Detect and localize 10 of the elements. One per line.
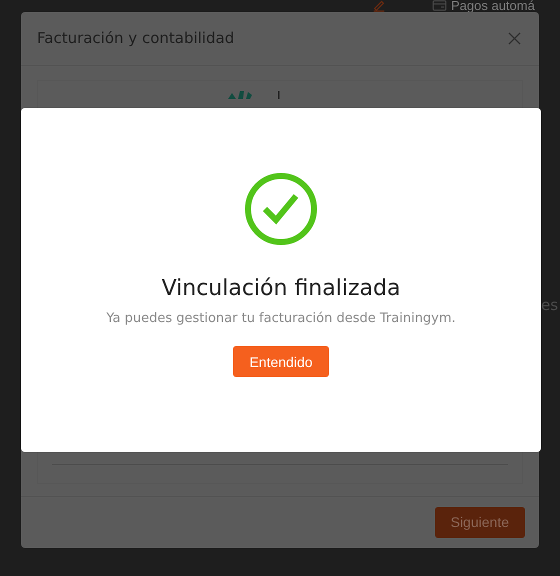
next-button[interactable]: Siguiente	[434, 506, 525, 538]
check-circle-icon	[244, 172, 318, 246]
close-icon[interactable]	[508, 32, 521, 45]
understood-button[interactable]: Entendido	[233, 346, 329, 377]
modal-title: Vinculación finalizada	[162, 276, 400, 301]
modal-message: Ya puedes gestionar tu facturación desde Trainingym.	[106, 311, 456, 326]
payments-link[interactable]: Pagos automá	[451, 0, 535, 11]
dialog-title: Facturación y contabilidad	[37, 29, 234, 48]
pencil-icon[interactable]	[372, 0, 386, 12]
card-icon	[432, 0, 447, 11]
